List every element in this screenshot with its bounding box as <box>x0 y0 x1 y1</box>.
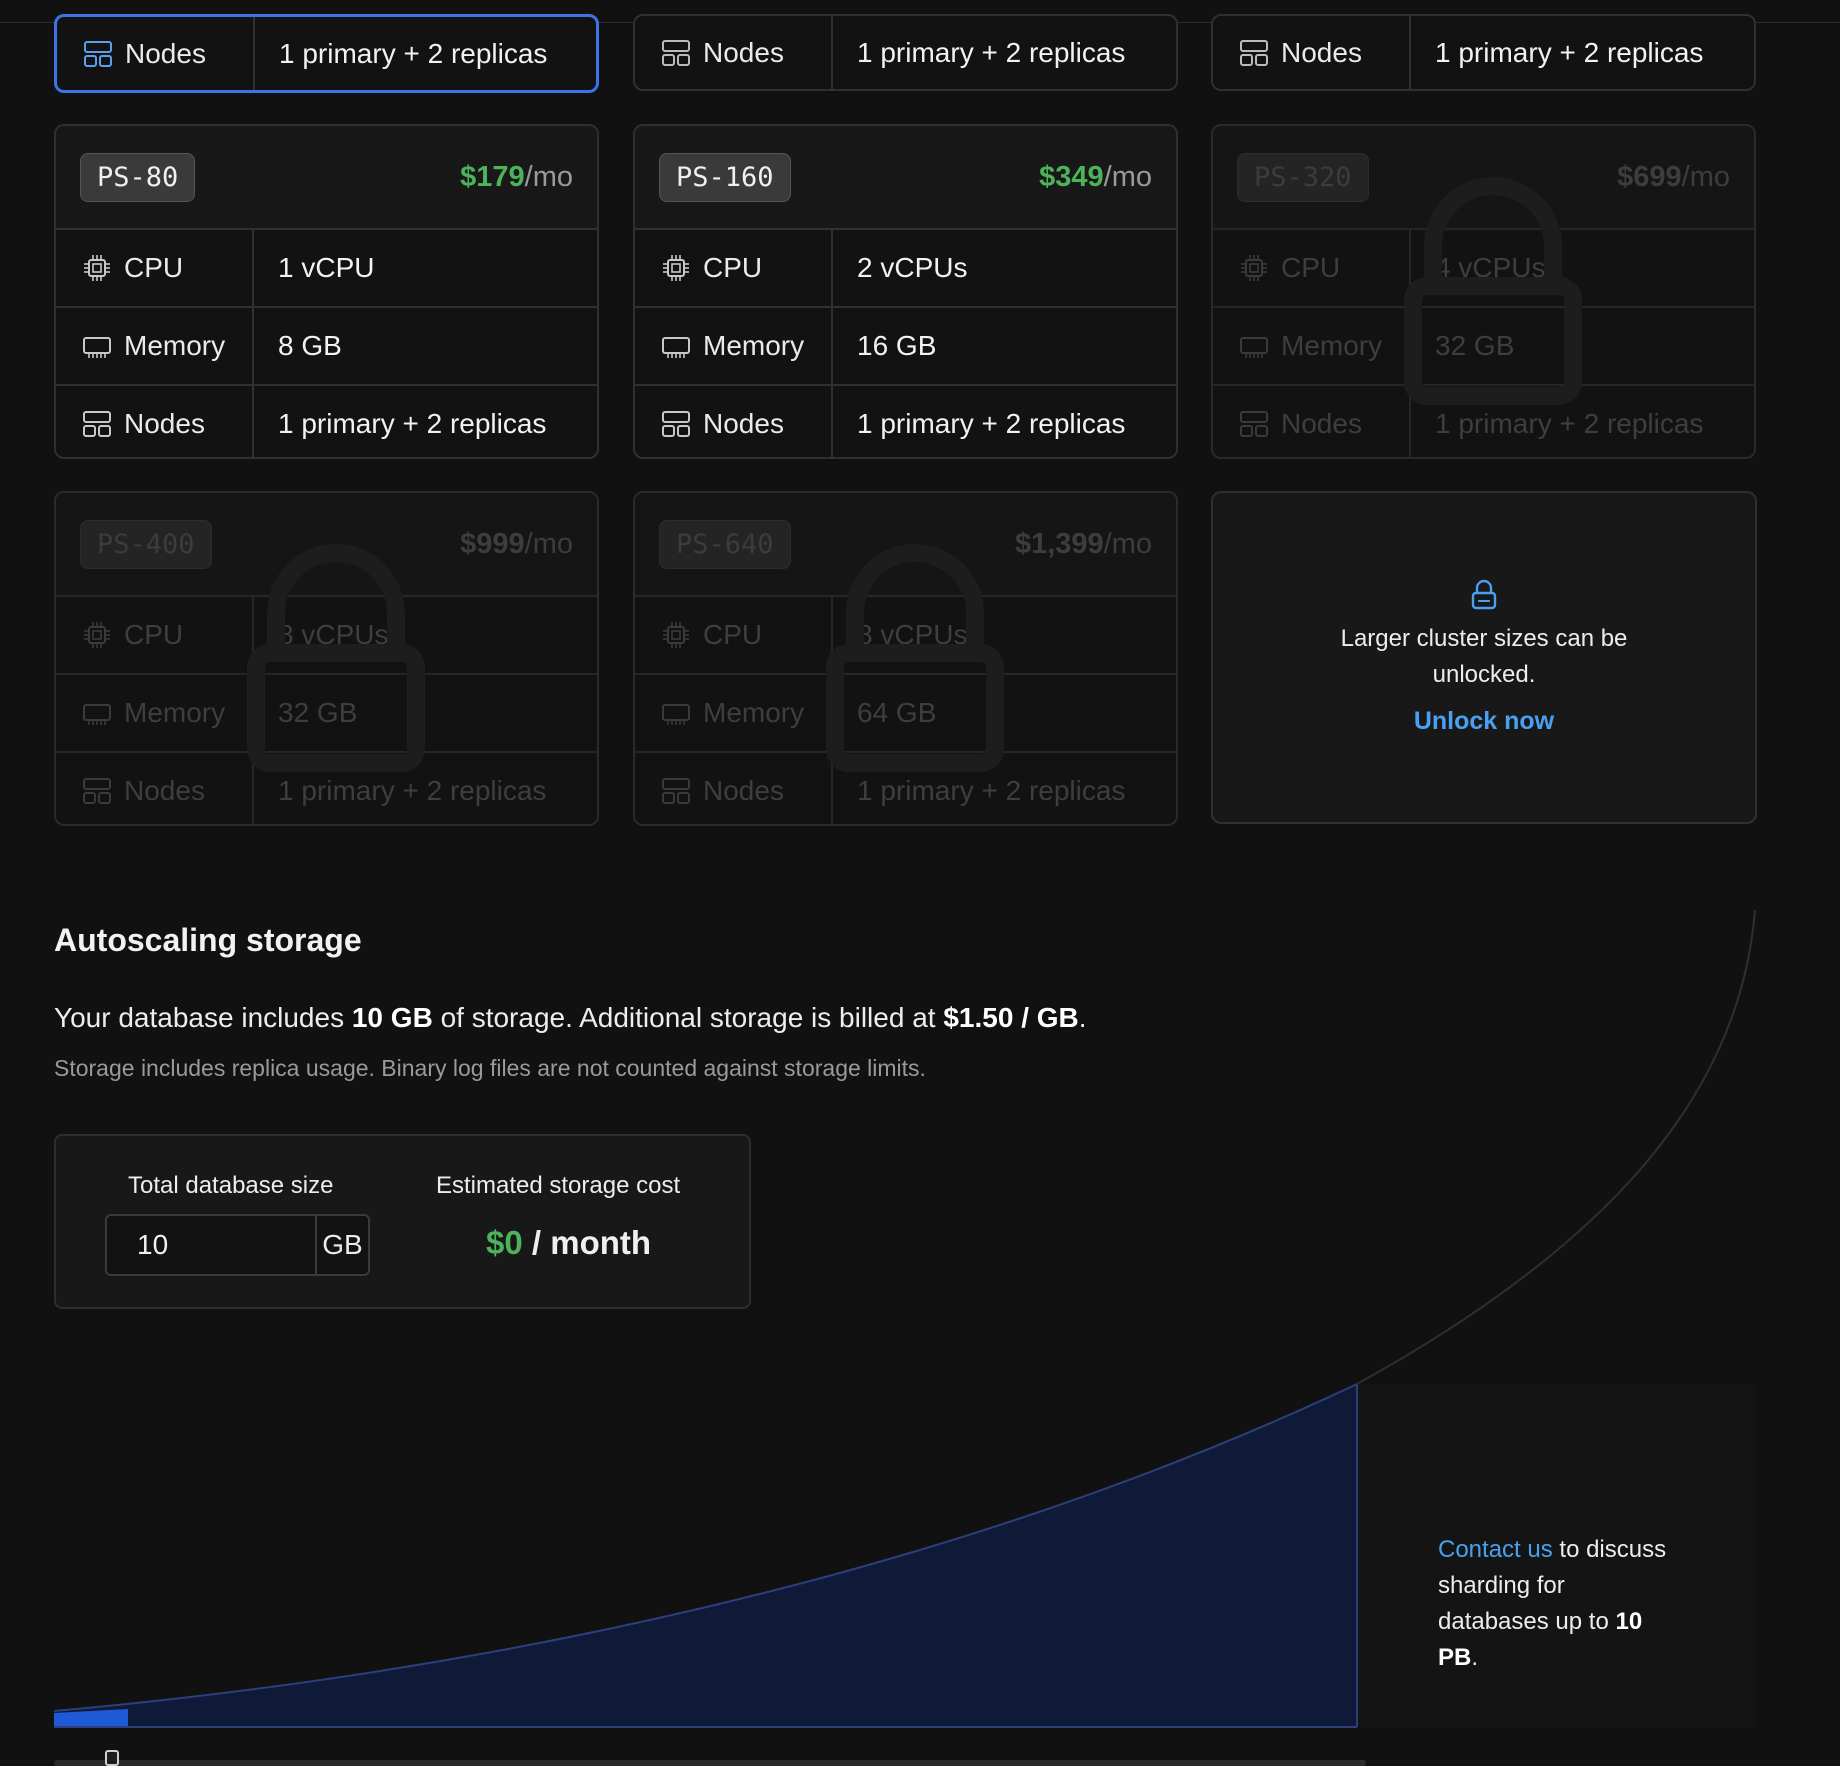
database-size-input[interactable] <box>107 1216 315 1274</box>
chart-curve-extension <box>1356 909 1756 1385</box>
estimated-cost: $0 / month <box>486 1224 651 1262</box>
size-input-group: GB <box>105 1214 370 1276</box>
storage-calculator: Total database size Estimated storage co… <box>54 1134 751 1309</box>
chart-fill-area <box>54 1384 1357 1727</box>
cost-amount: $0 <box>486 1224 523 1261</box>
contact-note: Contact us to discuss sharding for datab… <box>1438 1532 1678 1676</box>
cost-suffix: / month <box>522 1224 652 1261</box>
storage-curve-chart <box>53 909 1756 1728</box>
contact-us-link[interactable]: Contact us <box>1438 1536 1553 1563</box>
contact-text: . <box>1471 1644 1479 1671</box>
cost-label: Estimated storage cost <box>436 1172 681 1199</box>
size-label: Total database size <box>128 1172 334 1199</box>
storage-slider-thumb[interactable] <box>105 1750 119 1766</box>
size-unit: GB <box>315 1216 368 1274</box>
storage-slider-track[interactable] <box>54 1760 1366 1766</box>
